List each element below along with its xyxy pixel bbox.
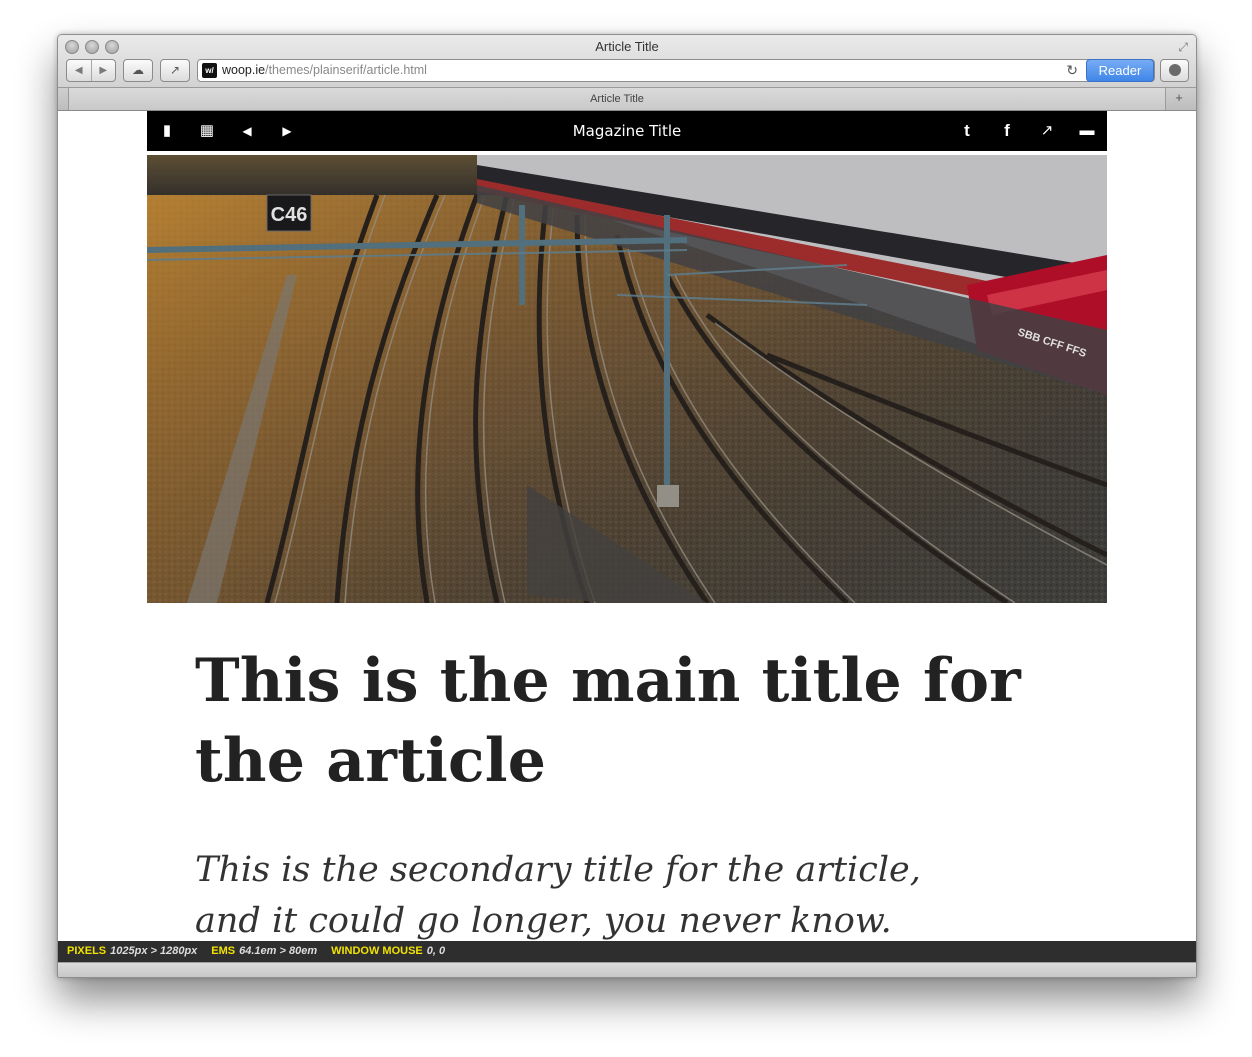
tab-bar: Article Title +	[58, 88, 1196, 111]
icloud-tabs-button[interactable]: ☁	[123, 59, 153, 82]
window-title: Article Title	[595, 39, 659, 54]
share-button[interactable]: ↗	[160, 59, 190, 82]
url-path: /themes/plainserif/article.html	[265, 63, 427, 77]
railway-photo: C46 SBB CFF FFS	[147, 155, 1107, 603]
site-favicon: w/	[202, 63, 217, 78]
facebook-icon[interactable]: f	[996, 111, 1018, 151]
browser-window: Article Title ⤢ ◀ ▶ ☁ ↗ w/ woop.ie/theme…	[57, 34, 1197, 978]
article-title: This is the main title for the article	[195, 646, 1021, 796]
comment-icon[interactable]: ▬	[1076, 111, 1098, 151]
share-icon[interactable]: ↗	[1036, 111, 1058, 151]
reader-button[interactable]: Reader	[1086, 59, 1154, 82]
downloads-icon[interactable]	[1160, 59, 1189, 82]
forward-icon[interactable]: ▶	[92, 60, 116, 81]
window-mouse-value: 0, 0	[426, 945, 446, 957]
article-subtitle: This is the secondary title for the arti…	[195, 850, 921, 941]
title-bar: Article Title ⤢ ◀ ▶ ☁ ↗ w/ woop.ie/theme…	[58, 35, 1196, 88]
url-domain: woop.ie	[222, 63, 266, 77]
page-content: Magazine Title ▮ ▦ ◀ ▶ t f ↗ ▬ C46 SBB C…	[58, 111, 1196, 941]
hero-image: C46 SBB CFF FFS	[147, 155, 1107, 603]
url-text[interactable]: woop.ie/themes/plainserif/article.html	[222, 63, 427, 77]
window-bottom-edge	[58, 962, 1196, 977]
window-mouse-label: WINDOW MOUSE	[331, 945, 423, 957]
ems-value: 64.1em > 80em	[239, 945, 318, 957]
reload-icon[interactable]: ↻	[1066, 62, 1078, 79]
fullscreen-icon[interactable]: ⤢	[1178, 40, 1188, 55]
tab-article[interactable]: Article Title	[68, 88, 1166, 110]
address-bar[interactable]: w/ woop.ie/themes/plainserif/article.htm…	[197, 59, 1155, 82]
cloud-icon: ☁	[132, 63, 144, 77]
back-icon[interactable]: ◀	[67, 60, 92, 81]
new-tab-icon[interactable]: +	[1168, 89, 1190, 107]
magazine-toolbar: Magazine Title ▮ ▦ ◀ ▶ t f ↗ ▬	[147, 111, 1107, 151]
ems-label: EMS	[211, 945, 236, 957]
previous-icon[interactable]: ◀	[236, 111, 258, 151]
share-icon: ↗	[169, 63, 181, 77]
twitter-icon[interactable]: t	[956, 111, 978, 151]
library-icon[interactable]: ▮	[156, 111, 178, 151]
grid-icon[interactable]: ▦	[196, 111, 218, 151]
next-icon[interactable]: ▶	[276, 111, 298, 151]
back-forward-buttons: ◀ ▶	[66, 59, 116, 82]
pixels-label: PIXELS	[67, 945, 107, 957]
debug-status-bar: PIXELS 1025px > 1280px EMS 64.1em > 80em WIN…	[58, 941, 1196, 962]
pixels-value: 1025px > 1280px	[110, 945, 198, 957]
